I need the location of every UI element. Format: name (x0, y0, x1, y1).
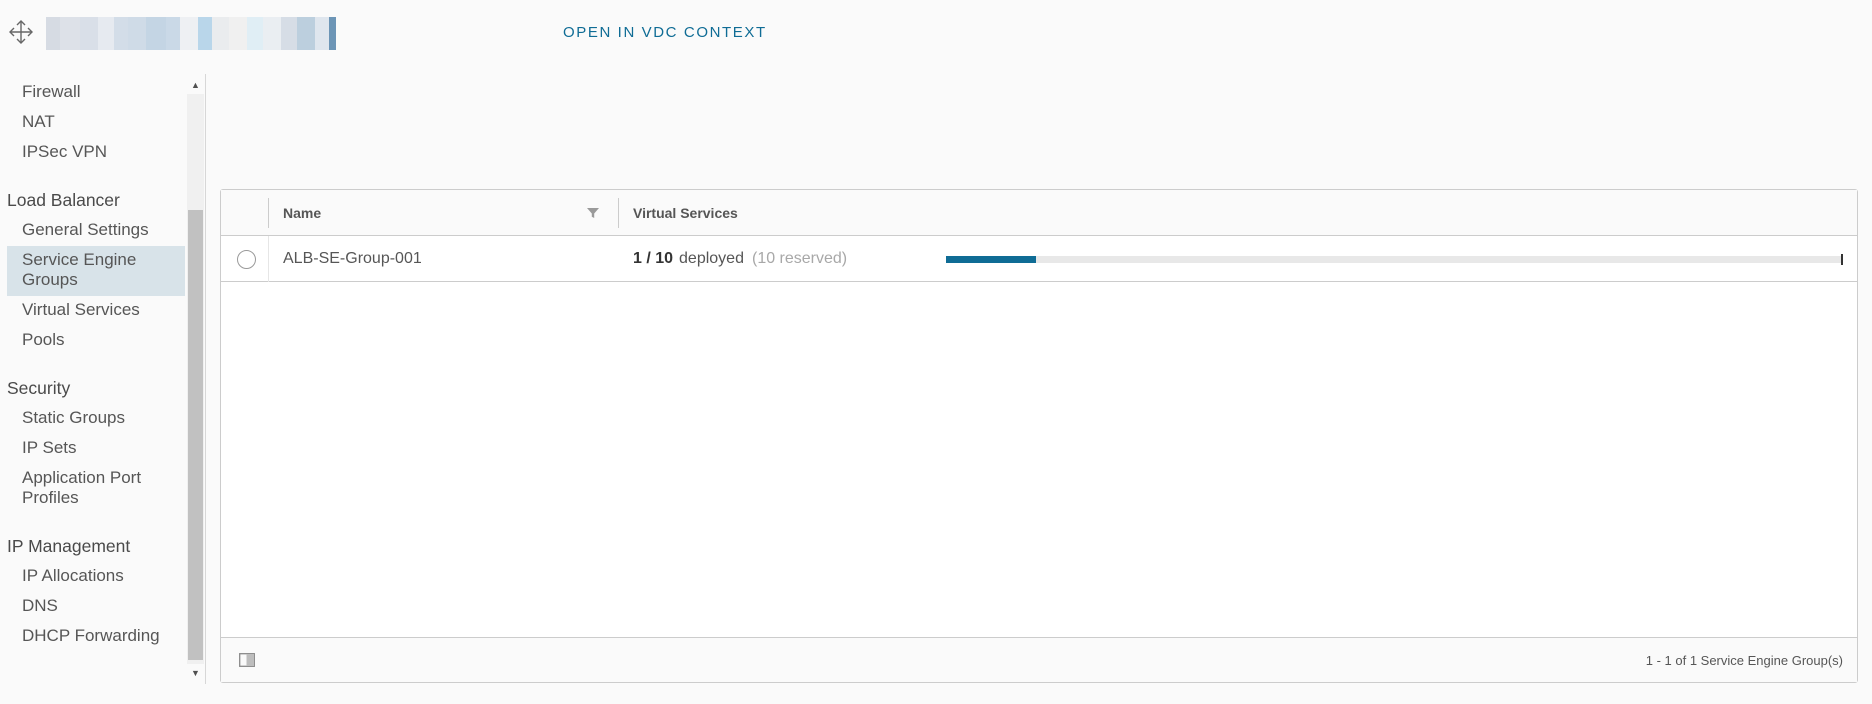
filter-icon[interactable] (586, 206, 600, 220)
sidebar-item-general-settings[interactable]: General Settings (22, 220, 149, 240)
scroll-up-arrow-icon[interactable]: ▲ (186, 76, 205, 94)
vs-deployed-label: deployed (679, 250, 744, 267)
sidebar-scrollbar[interactable]: ▲ ▼ (186, 74, 205, 684)
redacted-title-segment (247, 17, 263, 50)
sidebar-item-ipsec-vpn[interactable]: IPSec VPN (22, 142, 107, 162)
redacted-title-segment (329, 17, 336, 50)
sidebar-item-firewall[interactable]: Firewall (22, 82, 81, 102)
pagination-summary: 1 - 1 of 1 Service Engine Group(s) (1645, 653, 1843, 668)
column-separator (268, 198, 269, 228)
redacted-title-segment (80, 17, 98, 50)
redacted-title-segment (263, 17, 281, 50)
sidebar-item-pools[interactable]: Pools (22, 330, 65, 350)
sidebar-item-ip-allocations[interactable]: IP Allocations (22, 566, 124, 586)
redacted-title-segment (114, 17, 128, 50)
sidebar-item-label-line2: Groups (22, 270, 78, 289)
sidebar-item-label-line1: Application Port (22, 468, 142, 487)
column-separator[interactable] (618, 198, 619, 228)
row-separator (268, 236, 269, 282)
vs-reserved-label: (10 reserved) (751, 250, 848, 267)
redacted-title-segment (180, 17, 198, 50)
column-header-virtual-services[interactable]: Virtual Services (633, 190, 738, 236)
vs-usage-progress-fill (946, 256, 1036, 263)
datagrid-footer: 1 - 1 of 1 Service Engine Group(s) (221, 637, 1857, 682)
table-row[interactable]: ALB-SE-Group-001 1 / 10 deployed (10 reser… (221, 236, 1857, 282)
sidebar-section-ip-management: IP Management (7, 536, 131, 556)
header-bar: OPEN IN VDC CONTEXT (0, 0, 1872, 66)
sidebar-item-static-groups[interactable]: Static Groups (22, 408, 125, 428)
column-toggle-icon[interactable] (239, 653, 255, 667)
sidebar-item-nat[interactable]: NAT (22, 112, 55, 132)
redacted-title-segment (297, 17, 315, 50)
sidebar-item-label-line1: Service Engine (22, 250, 137, 269)
vs-usage-progress-bar (946, 254, 1843, 265)
move-arrows-icon[interactable] (8, 19, 34, 45)
redacted-title-banner (46, 17, 539, 50)
sidebar-item-label-line2: Profiles (22, 488, 79, 507)
vs-count-value: 1 / 10 (633, 250, 674, 267)
sidebar-divider (205, 74, 206, 684)
redacted-title-segment (315, 17, 329, 50)
sidebar-item-application-port-profiles[interactable]: Application Port Profiles (22, 468, 141, 508)
redacted-title-segment (229, 17, 247, 50)
column-header-name[interactable]: Name (283, 190, 321, 236)
row-select-radio[interactable] (237, 250, 256, 269)
sidebar-item-dns[interactable]: DNS (22, 596, 58, 616)
cell-se-group-name: ALB-SE-Group-001 (283, 250, 422, 267)
redacted-title-segment (128, 17, 146, 50)
redacted-title-segment (281, 17, 297, 50)
scroll-down-arrow-icon[interactable]: ▼ (186, 664, 205, 682)
redacted-title-segment (60, 17, 80, 50)
vs-usage-progress-end-marker (1841, 254, 1843, 265)
sidebar-item-dhcp-forwarding[interactable]: DHCP Forwarding (22, 626, 160, 646)
sidebar-item-service-engine-groups[interactable]: Service Engine Groups (22, 250, 136, 290)
open-in-vdc-context-link[interactable]: OPEN IN VDC CONTEXT (563, 22, 767, 44)
datagrid-header: Name Virtual Services (221, 190, 1857, 236)
sidebar-nav: Firewall NAT IPSec VPN Load Balancer Gen… (0, 74, 186, 684)
sidebar-section-load-balancer: Load Balancer (7, 190, 120, 210)
redacted-title-segment (46, 17, 60, 50)
redacted-title-segment (212, 17, 229, 50)
redacted-title-segment (166, 17, 180, 50)
sidebar-item-virtual-services[interactable]: Virtual Services (22, 300, 140, 320)
redacted-title-segment (198, 17, 212, 50)
redacted-title-segment (146, 17, 166, 50)
redacted-title-segment (98, 17, 114, 50)
cell-virtual-services-count: 1 / 10 deployed (10 reserved) (633, 236, 847, 282)
scrollbar-thumb[interactable] (188, 210, 203, 660)
service-engine-groups-datagrid: Name Virtual Services ALB-SE-Group-001 1… (220, 189, 1858, 683)
sidebar-item-ip-sets[interactable]: IP Sets (22, 438, 77, 458)
sidebar-section-security: Security (7, 378, 71, 398)
